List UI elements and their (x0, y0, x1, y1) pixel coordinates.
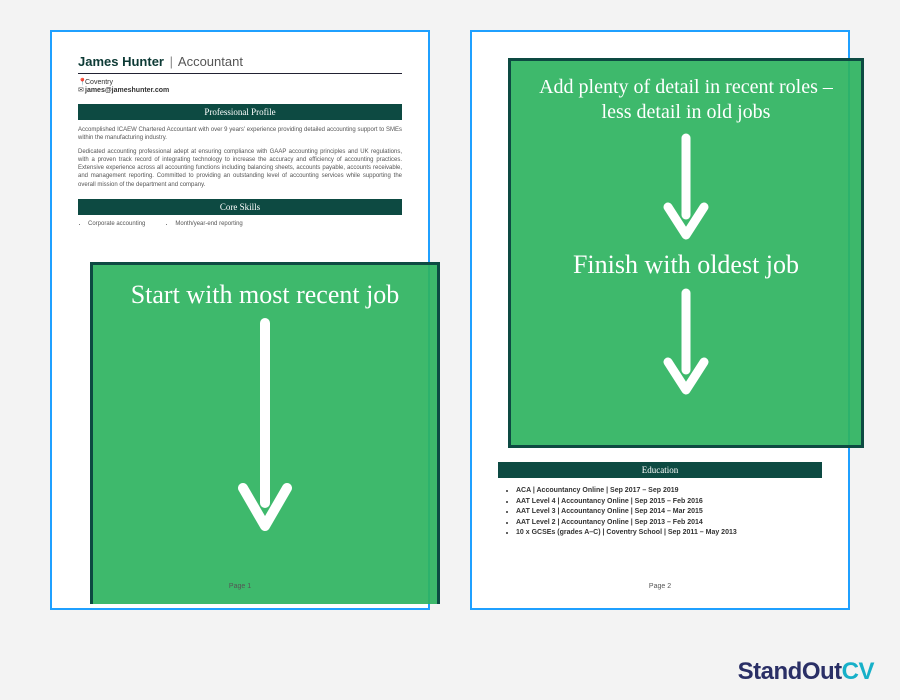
edu-text: AAT Level 3 | Accountancy Online | Sep 2… (516, 508, 703, 515)
section-skills: Core Skills (78, 199, 402, 215)
skill-right-1: Month/year-end reporting (175, 221, 242, 227)
profile-para-2: Dedicated accounting professional adept … (78, 148, 402, 188)
page-number-1: Page 1 (78, 583, 402, 590)
arrow-down-icon (661, 288, 711, 398)
pin-icon: 📍 (78, 78, 85, 86)
resume-page-2: Add plenty of detail in recent roles – l… (470, 30, 850, 610)
callout-text-2a: Add plenty of detail in recent roles – l… (523, 75, 849, 125)
callout-detail-oldest: Add plenty of detail in recent roles – l… (508, 58, 864, 448)
edu-item: AAT Level 3 | Accountancy Online | Sep 2… (516, 507, 822, 518)
arrow-down-icon (661, 133, 711, 243)
email-text: james@jameshunter.com (85, 87, 169, 94)
edu-item: AAT Level 2 | Accountancy Online | Sep 2… (516, 518, 822, 529)
edu-text: ACA | Accountancy Online | Sep 2017 – Se… (516, 487, 679, 494)
callout-text-1: Start with most recent job (105, 279, 425, 310)
edu-item: AAT Level 4 | Accountancy Online | Sep 2… (516, 497, 822, 508)
candidate-name: James Hunter (78, 54, 164, 69)
name-header: James Hunter | Accountant (78, 54, 402, 74)
skill-left-1: Corporate accounting (88, 221, 145, 227)
edu-text: AAT Level 2 | Accountancy Online | Sep 2… (516, 519, 703, 526)
education-list: ACA | Accountancy Online | Sep 2017 – Se… (498, 486, 822, 539)
candidate-role: Accountant (178, 54, 243, 69)
mail-icon: ✉ (78, 86, 85, 94)
callout-text-2b: Finish with oldest job (523, 249, 849, 280)
callout-recent-job: Start with most recent job (90, 262, 440, 604)
edu-item: ACA | Accountancy Online | Sep 2017 – Se… (516, 486, 822, 497)
contact-line: 📍Coventry ✉james@jameshunter.com (78, 78, 402, 94)
edu-text: 10 x GCSEs (grades A–C) | Coventry Schoo… (516, 529, 737, 536)
page-number-2: Page 2 (498, 583, 822, 590)
logo-part-b: CV (842, 658, 874, 685)
profile-para-1: Accomplished ICAEW Chartered Accountant … (78, 126, 402, 142)
pages-row: James Hunter | Accountant 📍Coventry ✉jam… (0, 0, 900, 610)
resume-page-1: James Hunter | Accountant 📍Coventry ✉jam… (50, 30, 430, 610)
section-profile: Professional Profile (78, 104, 402, 120)
skills-columns: Corporate accounting Month/year-end repo… (78, 221, 402, 227)
edu-item: 10 x GCSEs (grades A–C) | Coventry Schoo… (516, 528, 822, 539)
logo-part-a: StandOut (738, 658, 842, 685)
section-education: Education (498, 462, 822, 478)
brand-logo: StandOutCV (738, 658, 874, 686)
location-text: Coventry (85, 79, 113, 86)
arrow-down-icon (235, 318, 295, 538)
edu-text: AAT Level 4 | Accountancy Online | Sep 2… (516, 498, 703, 505)
